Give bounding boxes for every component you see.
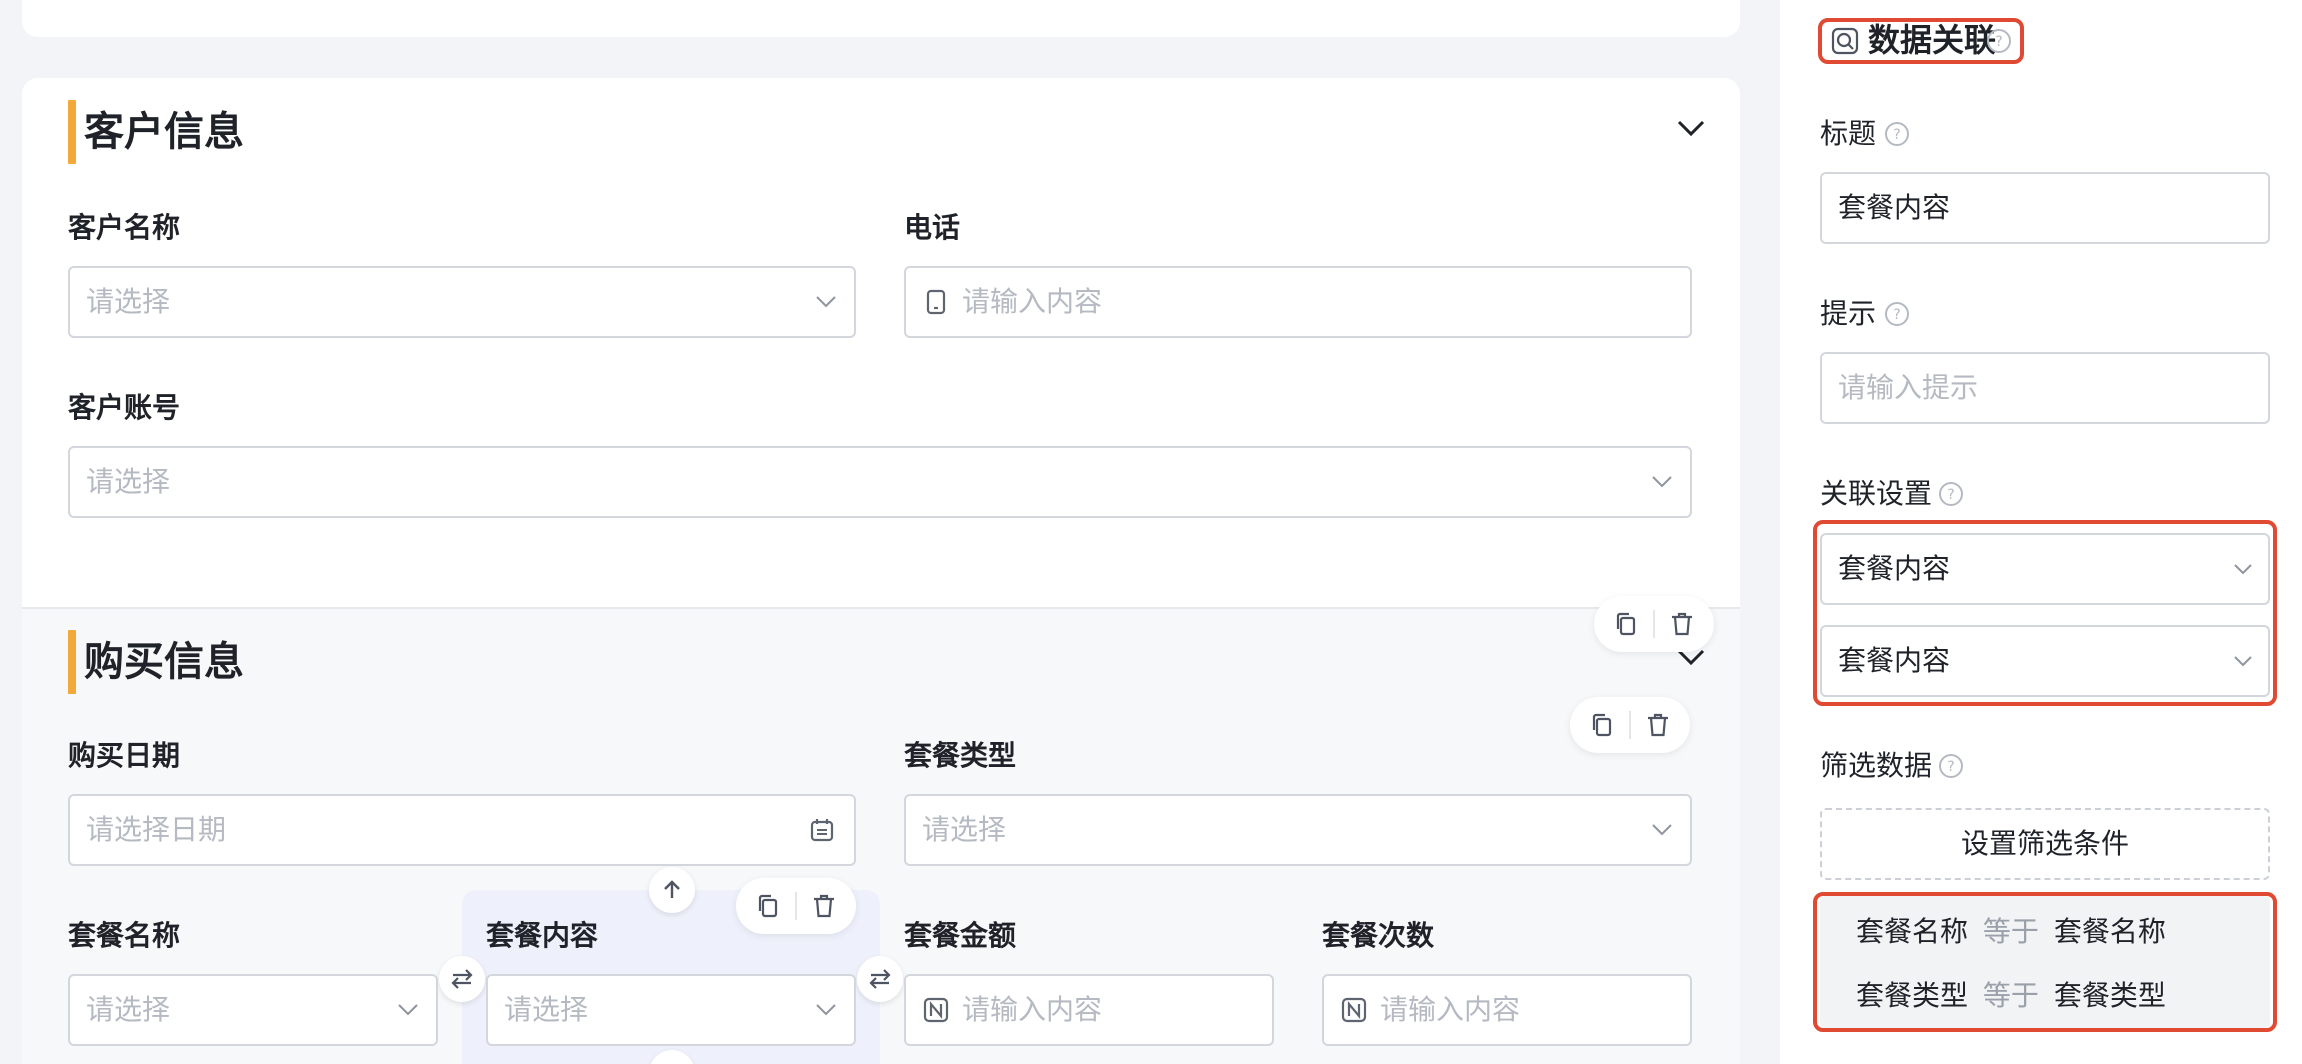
- title-input[interactable]: 套餐内容: [1820, 172, 2270, 244]
- swap-icon: [869, 969, 891, 989]
- package-count-label: 套餐次数: [1322, 919, 1435, 952]
- purchase-date-placeholder: 请选择日期: [86, 813, 227, 846]
- svg-text:?: ?: [1947, 759, 1954, 775]
- package-amount-input[interactable]: 请输入内容: [904, 974, 1274, 1046]
- section-accent-bar: [68, 630, 76, 694]
- customer-name-placeholder: 请选择: [86, 285, 171, 318]
- hint-label: 提示: [1820, 297, 1877, 330]
- trash-icon[interactable]: [1668, 610, 1696, 638]
- customer-account-select[interactable]: 请选择: [68, 446, 1692, 518]
- customer-account-placeholder: 请选择: [86, 465, 171, 498]
- trash-icon[interactable]: [1644, 711, 1672, 739]
- chevron-down-icon: [398, 1004, 418, 1016]
- data-link-icon: [1831, 27, 1859, 55]
- toolbar-divider: [1653, 610, 1655, 638]
- trash-icon[interactable]: [810, 892, 838, 920]
- chevron-down-icon: [2234, 564, 2252, 575]
- purchase-section-title: 购买信息: [84, 639, 244, 685]
- customer-name-select[interactable]: 请选择: [68, 266, 856, 338]
- help-icon[interactable]: ?: [1884, 121, 1910, 147]
- phone-icon: [926, 289, 946, 315]
- number-icon: [923, 997, 949, 1023]
- link-field-select[interactable]: 套餐内容: [1820, 625, 2270, 697]
- section-toolbar: [1594, 596, 1714, 652]
- package-type-select[interactable]: 请选择: [904, 794, 1692, 866]
- package-content-placeholder: 请选择: [504, 993, 589, 1026]
- chevron-down-icon: [1652, 824, 1672, 836]
- phone-placeholder: 请输入内容: [962, 285, 1103, 318]
- section-accent-bar: [68, 100, 76, 164]
- phone-label: 电话: [904, 211, 961, 244]
- svg-text:?: ?: [1893, 307, 1900, 323]
- swap-icon: [451, 969, 473, 989]
- help-icon[interactable]: ?: [1986, 28, 2012, 54]
- title-label: 标题: [1820, 117, 1877, 150]
- package-count-input[interactable]: 请输入内容: [1322, 974, 1692, 1046]
- collapse-chevron-icon[interactable]: [1676, 118, 1706, 138]
- link-settings-label: 关联设置: [1820, 477, 1933, 510]
- move-up-button[interactable]: [649, 867, 695, 913]
- hint-input[interactable]: 请输入提示: [1820, 352, 2270, 424]
- chevron-down-icon: [816, 1004, 836, 1016]
- link-form-value: 套餐内容: [1838, 552, 1951, 585]
- purchase-date-label: 购买日期: [68, 739, 181, 772]
- set-filter-button[interactable]: 设置筛选条件: [1820, 808, 2270, 880]
- help-icon[interactable]: ?: [1938, 753, 1964, 779]
- package-amount-label: 套餐金额: [904, 919, 1017, 952]
- customer-name-label: 客户名称: [68, 211, 181, 244]
- package-type-label: 套餐类型: [904, 739, 1017, 772]
- field-toolbar: [736, 878, 856, 934]
- package-content-select[interactable]: 请选择: [486, 974, 856, 1046]
- calendar-icon: [810, 819, 834, 842]
- arrow-up-icon: [664, 880, 680, 898]
- customer-section-title: 客户信息: [84, 109, 244, 155]
- chevron-down-icon: [816, 296, 836, 308]
- copy-icon[interactable]: [754, 892, 782, 920]
- svg-text:?: ?: [1947, 487, 1954, 503]
- copy-icon[interactable]: [1612, 610, 1640, 638]
- chevron-down-icon: [2234, 656, 2252, 667]
- swap-left-button[interactable]: [439, 956, 485, 1002]
- purchase-date-picker[interactable]: 请选择日期: [68, 794, 856, 866]
- toolbar-divider: [795, 892, 797, 920]
- package-content-label: 套餐内容: [486, 919, 599, 952]
- svg-text:?: ?: [1893, 127, 1900, 143]
- link-field-value: 套餐内容: [1838, 644, 1951, 677]
- package-name-select[interactable]: 请选择: [68, 974, 438, 1046]
- filter-conditions-highlight: [1813, 892, 2277, 1032]
- copy-icon[interactable]: [1588, 711, 1616, 739]
- hint-placeholder: 请输入提示: [1838, 371, 1979, 404]
- title-value: 套餐内容: [1838, 191, 1951, 224]
- chevron-down-icon: [1652, 476, 1672, 488]
- svg-text:?: ?: [1995, 34, 2002, 50]
- toolbar-divider: [1629, 711, 1631, 739]
- package-amount-placeholder: 请输入内容: [962, 993, 1103, 1026]
- filter-data-label: 筛选数据: [1820, 749, 1933, 782]
- row-toolbar: [1570, 697, 1690, 753]
- number-icon: [1341, 997, 1367, 1023]
- swap-right-button[interactable]: [857, 956, 903, 1002]
- top-card: [22, 0, 1740, 37]
- component-title: 数据关联: [1868, 21, 1997, 59]
- package-count-placeholder: 请输入内容: [1380, 993, 1521, 1026]
- package-type-placeholder: 请选择: [922, 813, 1007, 846]
- package-name-placeholder: 请选择: [86, 993, 171, 1026]
- package-name-label: 套餐名称: [68, 919, 181, 952]
- help-icon[interactable]: ?: [1938, 481, 1964, 507]
- customer-account-label: 客户账号: [68, 391, 181, 424]
- phone-input[interactable]: 请输入内容: [904, 266, 1692, 338]
- link-form-select[interactable]: 套餐内容: [1820, 533, 2270, 605]
- properties-panel: 数据关联 ? 标题 ? 套餐内容 提示 ? 请输入提示 关联设置 ? 套餐内容 …: [1780, 0, 2302, 1064]
- help-icon[interactable]: ?: [1884, 301, 1910, 327]
